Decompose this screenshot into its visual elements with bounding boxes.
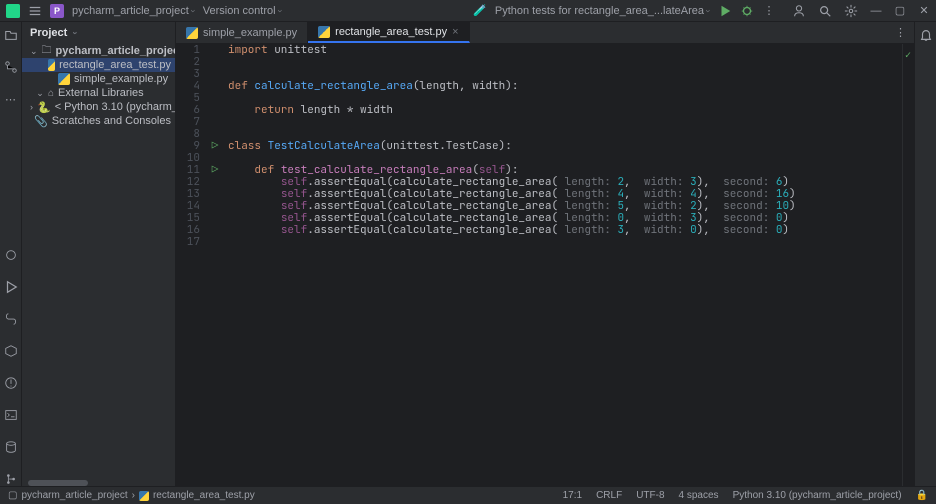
database-icon[interactable] — [4, 440, 18, 454]
tree-root[interactable]: ⌄ pycharm_article_project C:\Users — [22, 44, 175, 58]
left-tool-rail: ⋯ — [0, 22, 22, 486]
tree-external-label: External Libraries — [58, 87, 144, 99]
run-icon[interactable] — [718, 4, 732, 18]
python-file-icon — [139, 491, 149, 501]
run-config-pytest-icon: 🧪 — [473, 4, 487, 18]
editor-tabs: simple_example.py rectangle_area_test.py… — [176, 22, 914, 44]
editor-vertical-scrollbar[interactable]: ✓ — [902, 44, 914, 486]
inspection-ok-icon: ✓ — [905, 48, 911, 61]
breadcrumb-file[interactable]: rectangle_area_test.py — [153, 490, 255, 501]
project-pane-title: Project — [30, 27, 67, 39]
titlebar: P pycharm_article_project Version contro… — [0, 0, 936, 22]
tab-overflow-icon[interactable]: ⋮ — [895, 26, 906, 39]
notifications-icon[interactable] — [919, 28, 933, 42]
tree-root-label: pycharm_article_project — [56, 45, 175, 57]
editor-area: simple_example.py rectangle_area_test.py… — [176, 22, 914, 486]
python-packages-icon[interactable] — [4, 248, 18, 262]
search-icon[interactable] — [818, 4, 832, 18]
window-maximize[interactable]: ▢ — [894, 4, 906, 17]
project-tool-icon[interactable] — [4, 28, 18, 42]
folder-icon — [42, 44, 52, 60]
more-actions-icon[interactable]: ⋮ — [762, 4, 776, 18]
more-tool-icon[interactable]: ⋯ — [4, 92, 18, 106]
tab-rectangle-area-test[interactable]: rectangle_area_test.py × — [308, 22, 469, 43]
statusbar: ▢ pycharm_article_project › rectangle_ar… — [0, 486, 936, 504]
tree-external-libraries[interactable]: ⌄ External Libraries — [22, 86, 175, 100]
tree-scratches-label: Scratches and Consoles — [52, 115, 171, 127]
python-file-icon — [186, 27, 198, 39]
run-config-selector[interactable]: Python tests for rectangle_area_...lateA… — [495, 5, 710, 17]
tree-file-label: simple_example.py — [74, 73, 168, 85]
tree-python-interpreter[interactable]: ›🐍 < Python 3.10 (pycharm_article_p — [22, 100, 175, 114]
code-with-me-icon[interactable] — [792, 4, 806, 18]
app-icon — [6, 4, 20, 18]
file-encoding[interactable]: UTF-8 — [636, 490, 664, 501]
version-control-selector[interactable]: Version control — [203, 5, 282, 17]
tree-file-selected[interactable]: rectangle_area_test.py — [22, 58, 175, 72]
tree-file-label: rectangle_area_test.py — [59, 59, 171, 71]
readonly-lock-icon[interactable]: 🔒 — [916, 490, 928, 501]
python-file-icon — [48, 59, 56, 71]
debug-icon[interactable] — [740, 4, 754, 18]
services-icon[interactable] — [4, 344, 18, 358]
tab-simple-example[interactable]: simple_example.py — [176, 22, 308, 43]
project-badge: P — [50, 4, 64, 18]
window-minimize[interactable]: — — [870, 5, 882, 17]
interpreter[interactable]: Python 3.10 (pycharm_article_project) — [733, 490, 902, 501]
tab-label: simple_example.py — [203, 27, 297, 39]
library-icon — [48, 87, 54, 99]
python-file-icon — [318, 26, 330, 38]
nav-breadcrumbs[interactable]: ▢ pycharm_article_project › rectangle_ar… — [8, 490, 255, 501]
project-tree[interactable]: ⌄ pycharm_article_project C:\Users recta… — [22, 44, 175, 480]
project-pane: Project ⌄ pycharm_article_project C:\Use… — [22, 22, 176, 486]
line-separator[interactable]: CRLF — [596, 490, 622, 501]
main-menu-icon[interactable] — [28, 4, 42, 18]
breadcrumb-project[interactable]: pycharm_article_project — [21, 490, 127, 501]
project-pane-header[interactable]: Project — [22, 22, 175, 44]
problems-icon[interactable] — [4, 376, 18, 390]
close-tab-icon[interactable]: × — [452, 26, 458, 38]
git-icon[interactable] — [4, 472, 18, 486]
window-close[interactable]: ✕ — [918, 4, 930, 17]
python-env-icon: 🐍 — [37, 101, 51, 114]
right-tool-rail — [914, 22, 936, 486]
python-console-icon[interactable] — [4, 312, 18, 326]
scratches-icon: 📎 — [34, 115, 48, 128]
project-selector[interactable]: pycharm_article_project — [72, 5, 195, 17]
caret-position[interactable]: 17:1 — [563, 490, 582, 501]
tree-file[interactable]: simple_example.py — [22, 72, 175, 86]
project-pane-dropdown[interactable] — [71, 27, 77, 39]
run-tool-icon[interactable] — [4, 280, 18, 294]
tree-python-label: < Python 3.10 (pycharm_article_p — [55, 101, 175, 113]
main-area: ⋯ Project ⌄ pycharm_article_project C:\U… — [0, 22, 936, 486]
breadcrumb-chevron: ▢ — [8, 490, 17, 501]
code-content[interactable]: import unittestdef calculate_rectangle_a… — [224, 44, 902, 486]
tab-label: rectangle_area_test.py — [335, 26, 447, 38]
breadcrumb-sep: › — [132, 490, 135, 501]
indent-settings[interactable]: 4 spaces — [679, 490, 719, 501]
python-file-icon — [58, 73, 70, 85]
line-number-gutter: 1234567891011121314151617 — [176, 44, 206, 486]
tree-scratches[interactable]: 📎 Scratches and Consoles — [22, 114, 175, 128]
editor-body[interactable]: 1234567891011121314151617 ▷▷ import unit… — [176, 44, 914, 486]
commit-tool-icon[interactable] — [4, 60, 18, 74]
run-gutter[interactable]: ▷▷ — [206, 44, 224, 486]
settings-icon[interactable] — [844, 4, 858, 18]
terminal-icon[interactable] — [4, 408, 18, 422]
